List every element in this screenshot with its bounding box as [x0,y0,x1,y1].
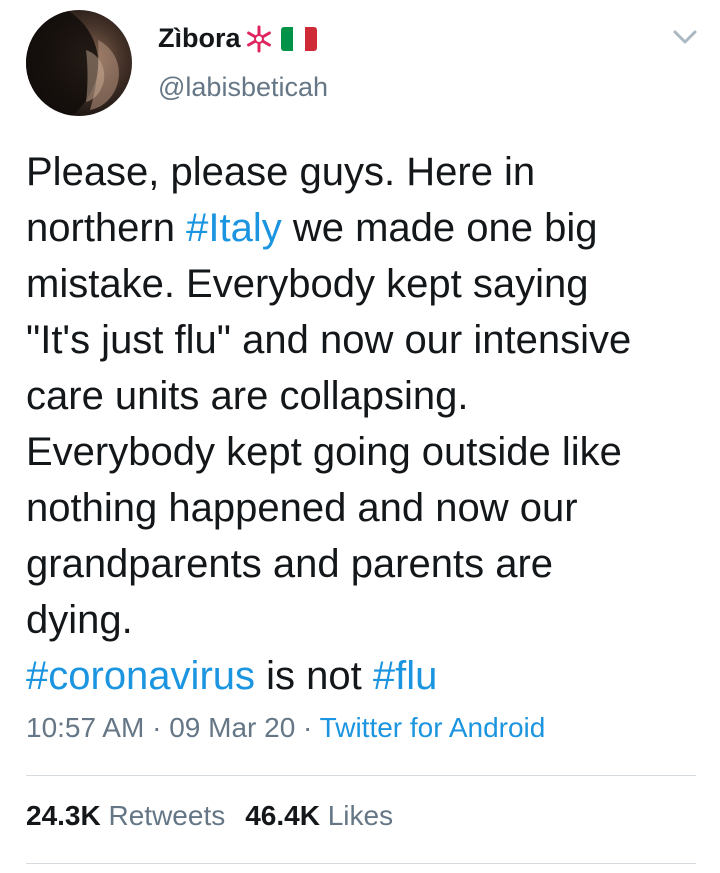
tweet-text-line: mistake. Everybody kept saying [26,256,706,312]
retweets-count: 24.3K [26,800,101,831]
tweet-source-link[interactable]: Twitter for Android [320,712,546,743]
display-name[interactable]: Zìbora [158,23,241,54]
tweet-text-segment: grandparents and parents are [26,542,554,586]
tweet-text-segment: dying. [26,598,133,642]
tweet-text-segment: Everybody kept going outside like [26,430,622,474]
chevron-down-icon[interactable] [672,27,698,47]
meta-separator: · [144,712,170,743]
tweet-text-line: grandparents and parents are [26,536,706,592]
tweet-text-line: dying. [26,592,706,648]
tweet-text-segment: care units are collapsing. [26,374,469,418]
tweet-text-segment: we made one big [281,206,598,250]
divider [26,863,696,864]
tweet-text-segment: mistake. Everybody kept saying [26,262,589,306]
likes-stat[interactable]: 46.4K Likes [245,800,393,831]
red-snowflake-badge-icon [244,24,274,54]
tweet-text: Please, please guys. Here in northern #It… [26,144,706,704]
hashtag-link[interactable]: #Italy [186,206,282,250]
divider [26,775,696,776]
hashtag-link[interactable]: #flu [373,654,438,698]
tweet-text-line: northern #Italy we made one big [26,200,706,256]
tweet-text-line: Please, please guys. Here in [26,144,706,200]
tweet-time[interactable]: 10:57 AM [26,712,144,743]
tweet-text-segment: "It's just flu" and now our intensive [26,318,632,362]
tweet-date[interactable]: 09 Mar 20 [169,712,295,743]
meta-separator: · [295,712,320,743]
tweet-text-line: "It's just flu" and now our intensive [26,312,706,368]
tweet-text-line: #coronavirus is not #flu [26,648,706,704]
hashtag-link[interactable]: #coronavirus [26,654,255,698]
tweet-meta: 10:57 AM · 09 Mar 20 · Twitter for Andro… [26,712,545,744]
likes-count: 46.4K [245,800,320,831]
retweets-label: Retweets [108,800,226,831]
tweet-stats: 24.3K Retweets 46.4K Likes [26,800,393,832]
avatar-photo [26,10,120,116]
retweets-stat[interactable]: 24.3K Retweets [26,800,225,831]
tweet-text-segment: nothing happened and now our [26,486,578,530]
italy-flag-icon [280,26,317,51]
tweet-text-line: care units are collapsing. [26,368,706,424]
tweet-text-segment: Please, please guys. Here in [26,150,536,194]
tweet-text-segment: northern [26,206,187,250]
user-display-name-row: Zìbora [158,23,317,54]
tweet-text-line: Everybody kept going outside like [26,424,706,480]
user-handle[interactable]: @labisbeticah [158,72,328,103]
tweet-text-segment: is not [255,654,373,698]
avatar[interactable] [26,10,132,116]
likes-label: Likes [327,800,394,831]
tweet-text-line: nothing happened and now our [26,480,706,536]
